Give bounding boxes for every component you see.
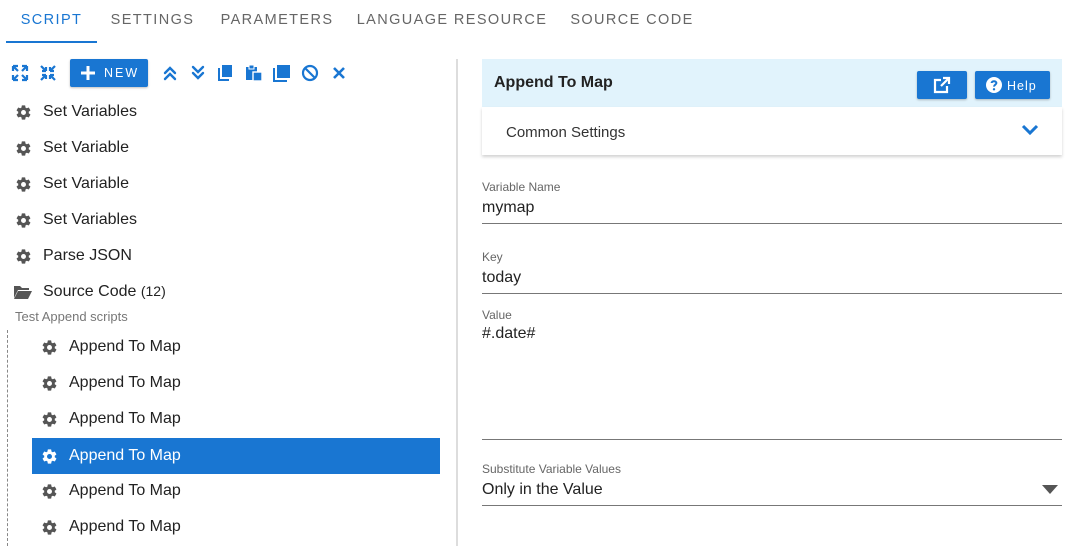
tree-item-label: Append To Map: [69, 374, 181, 391]
tree-item-append-to-map[interactable]: Append To Map: [32, 329, 440, 365]
dropdown-arrow-icon: [1042, 485, 1058, 494]
gear-icon: [15, 104, 32, 121]
tab-script[interactable]: SCRIPT: [6, 0, 97, 43]
help-icon: [986, 77, 1002, 93]
plus-icon: [81, 66, 95, 80]
tree-item-parse-json[interactable]: Parse JSON: [0, 238, 440, 274]
substitute-label: Substitute Variable Values: [482, 462, 621, 476]
paste-icon[interactable]: [245, 64, 263, 82]
key-label: Key: [482, 250, 503, 264]
tree-item-label: Set Variable: [43, 139, 129, 156]
gear-icon: [41, 483, 58, 500]
new-button[interactable]: NEW: [70, 59, 148, 87]
common-settings-label: Common Settings: [506, 124, 626, 141]
tree-item-set-variables[interactable]: Set Variables: [0, 202, 440, 238]
group-count: (12): [140, 283, 166, 299]
value-underline: [482, 439, 1062, 440]
chevron-down-icon: [1021, 124, 1039, 136]
gear-icon: [41, 519, 58, 536]
value-value: #.date#: [482, 325, 536, 342]
gear-icon: [41, 448, 58, 465]
variable-name-field[interactable]: [482, 180, 1062, 224]
tree-item-label: Append To Map: [69, 482, 181, 499]
move-up-icon[interactable]: [161, 64, 179, 82]
tree-item-set-variable[interactable]: Set Variable: [0, 166, 440, 202]
tree-item-append-to-map[interactable]: Append To Map: [32, 401, 440, 437]
new-button-label: NEW: [104, 66, 140, 80]
value-label: Value: [482, 308, 512, 322]
tree-item-label: Append To Map: [69, 518, 181, 535]
tree-item-label: Set Variables: [43, 211, 137, 228]
duplicate-icon[interactable]: [273, 64, 291, 82]
tab-bar: SCRIPT SETTINGS PARAMETERS LANGUAGE RESO…: [0, 0, 1073, 43]
move-down-icon[interactable]: [189, 64, 207, 82]
key-underline: [482, 293, 1062, 294]
external-link-icon: [933, 76, 951, 94]
panel-divider: [456, 59, 458, 546]
variable-name-value: mymap: [482, 199, 535, 216]
variable-name-underline: [482, 223, 1062, 224]
tree-item-label: Set Variable: [43, 175, 129, 192]
value-textarea[interactable]: [482, 308, 1062, 440]
tree-item-set-variables[interactable]: Set Variables: [0, 94, 440, 130]
substitute-underline: [482, 505, 1062, 506]
substitute-value: Only in the Value: [482, 481, 603, 498]
folder-open-icon: [13, 284, 33, 301]
tree-item-append-to-map[interactable]: Append To Map: [32, 509, 440, 545]
open-external-button[interactable]: [917, 71, 967, 99]
group-description: Test Append scripts: [15, 309, 128, 324]
tree-item-label: Append To Map: [69, 338, 181, 355]
copy-icon[interactable]: [217, 64, 235, 82]
tab-parameters[interactable]: PARAMETERS: [208, 0, 346, 43]
help-button-label: Help: [1007, 79, 1037, 93]
common-settings-expander[interactable]: Common Settings: [482, 107, 1062, 155]
gear-icon: [41, 339, 58, 356]
help-button[interactable]: Help: [975, 71, 1050, 99]
group-label: Source Code: [43, 283, 137, 300]
delete-icon[interactable]: [330, 64, 348, 82]
tree-item-append-to-map[interactable]: Append To Map: [32, 365, 440, 401]
tree-item-label: Parse JSON: [43, 247, 132, 264]
key-field[interactable]: [482, 250, 1062, 294]
expand-all-icon[interactable]: [11, 64, 29, 82]
tree-item-append-to-map[interactable]: Append To Map: [32, 473, 440, 509]
panel-header: Append To Map Help: [482, 59, 1062, 107]
collapse-all-icon[interactable]: [39, 64, 57, 82]
disable-icon[interactable]: [301, 64, 319, 82]
gear-icon: [41, 375, 58, 392]
tree-guide-line: [7, 330, 8, 546]
gear-icon: [15, 140, 32, 157]
gear-icon: [15, 212, 32, 229]
tree-item-set-variable[interactable]: Set Variable: [0, 130, 440, 166]
gear-icon: [15, 248, 32, 265]
gear-icon: [15, 176, 32, 193]
tree-item-append-to-map-selected[interactable]: Append To Map: [32, 438, 440, 474]
gear-icon: [41, 411, 58, 428]
tab-source-code[interactable]: SOURCE CODE: [558, 0, 706, 43]
tree-item-label: Append To Map: [69, 410, 181, 427]
tree-item-label: Append To Map: [69, 447, 181, 464]
panel-title: Append To Map: [494, 74, 613, 91]
tree-item-label: Set Variables: [43, 103, 137, 120]
variable-name-label: Variable Name: [482, 180, 561, 194]
tab-language-resource[interactable]: LANGUAGE RESOURCE: [346, 0, 558, 43]
tree-group-source-code[interactable]: Source Code (12): [0, 274, 440, 310]
tab-settings[interactable]: SETTINGS: [97, 0, 208, 43]
key-value: today: [482, 269, 522, 286]
